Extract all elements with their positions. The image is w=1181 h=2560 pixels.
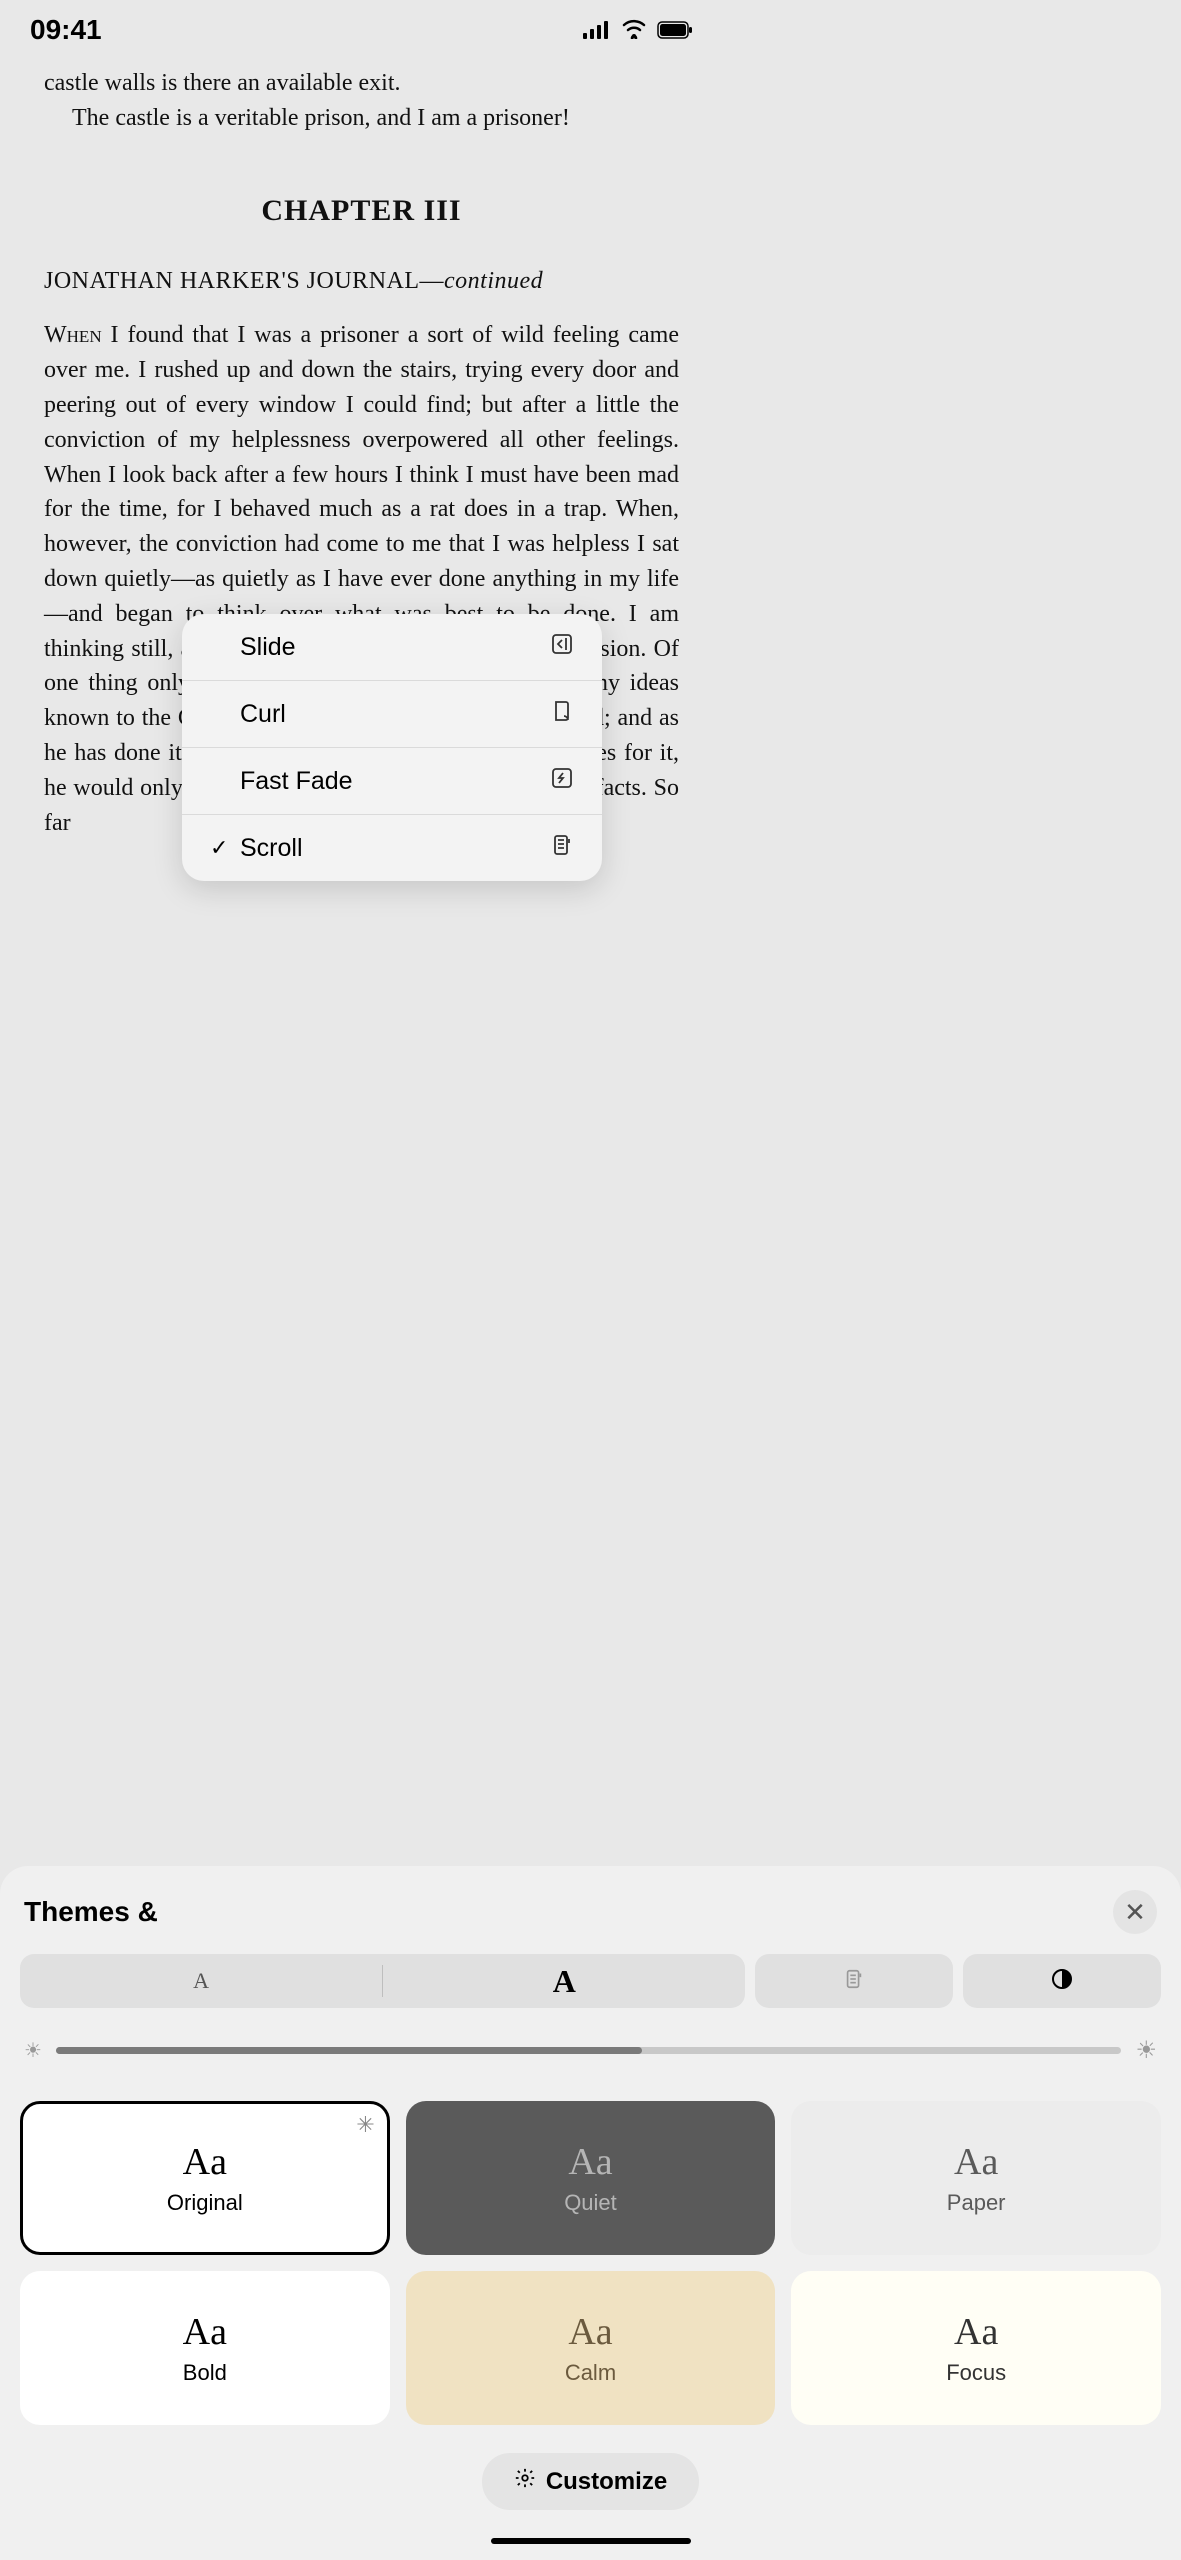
page-transition-menu: Slide Curl Fast Fade ✓Scroll	[182, 614, 602, 881]
customize-button[interactable]: Customize	[482, 2453, 699, 2510]
sheet-title: Themes &	[24, 1896, 158, 1928]
contrast-button[interactable]	[963, 1954, 1161, 2008]
default-star-icon: ✳︎	[356, 2112, 374, 2138]
theme-label: Paper	[947, 2190, 1006, 2216]
theme-bold[interactable]: Aa Bold	[20, 2271, 390, 2425]
theme-label: Quiet	[564, 2190, 617, 2216]
font-size-row: A A	[20, 1954, 1161, 2008]
contrast-icon	[1050, 1967, 1074, 1996]
view-mode-button[interactable]	[755, 1954, 953, 2008]
status-icons	[583, 14, 693, 46]
body-text-1: castle walls is there an available exit.	[44, 66, 679, 101]
brightness-high-icon: ☀︎	[1135, 2036, 1157, 2065]
theme-calm[interactable]: Aa Calm	[406, 2271, 776, 2425]
theme-focus[interactable]: Aa Focus	[791, 2271, 1161, 2425]
scroll-icon	[550, 833, 574, 863]
status-bar: 09:41	[0, 0, 723, 56]
menu-item-scroll[interactable]: ✓Scroll	[182, 815, 602, 881]
body-text-2: The castle is a veritable prison, and I …	[44, 101, 679, 136]
theme-original[interactable]: ✳︎ Aa Original	[20, 2101, 390, 2255]
theme-sample: Aa	[954, 2310, 998, 2354]
theme-sample: Aa	[183, 2310, 227, 2354]
curl-icon	[550, 699, 574, 729]
theme-label: Original	[167, 2190, 243, 2216]
theme-sample: Aa	[183, 2140, 227, 2184]
theme-sample: Aa	[954, 2140, 998, 2184]
themes-grid: ✳︎AaOriginalAaQuietAaPaperAaBoldAaCalmAa…	[20, 2101, 1161, 2425]
chapter-heading: CHAPTER III	[44, 194, 679, 228]
home-indicator[interactable]	[491, 2538, 691, 2544]
gear-icon	[514, 2467, 536, 2496]
menu-item-slide[interactable]: Slide	[182, 614, 602, 681]
themes-settings-sheet: Themes & ✕ A A ☀︎ ☀︎ ✳︎ Aa Original Aa Quiet…	[0, 1866, 1181, 2560]
theme-paper[interactable]: Aa Paper	[791, 2101, 1161, 2255]
fast-fade-icon	[550, 766, 574, 796]
brightness-slider[interactable]	[56, 2047, 1122, 2054]
theme-label: Bold	[183, 2360, 227, 2386]
page-icon	[843, 1968, 865, 1995]
close-button[interactable]: ✕	[1113, 1890, 1157, 1934]
theme-quiet[interactable]: Aa Quiet	[406, 2101, 776, 2255]
font-size-increase[interactable]: A	[383, 1963, 745, 2000]
journal-heading: JONATHAN HARKER'S JOURNAL—continued	[44, 264, 679, 299]
wifi-icon	[621, 14, 647, 46]
theme-sample: Aa	[568, 2140, 612, 2184]
brightness-row: ☀︎ ☀︎	[24, 2036, 1157, 2065]
status-time: 09:41	[30, 14, 102, 46]
battery-icon	[657, 14, 693, 46]
theme-sample: Aa	[568, 2310, 612, 2354]
theme-label: Focus	[946, 2360, 1006, 2386]
close-icon: ✕	[1124, 1897, 1146, 1928]
cellular-icon	[583, 14, 611, 46]
checkmark-icon: ✓	[210, 835, 232, 861]
brightness-low-icon: ☀︎	[24, 2038, 42, 2063]
font-size-decrease[interactable]: A	[20, 1968, 382, 1994]
font-size-control: A A	[20, 1954, 745, 2008]
slide-icon	[550, 632, 574, 662]
theme-label: Calm	[565, 2360, 616, 2386]
menu-item-curl[interactable]: Curl	[182, 681, 602, 748]
menu-item-fast-fade[interactable]: Fast Fade	[182, 748, 602, 815]
